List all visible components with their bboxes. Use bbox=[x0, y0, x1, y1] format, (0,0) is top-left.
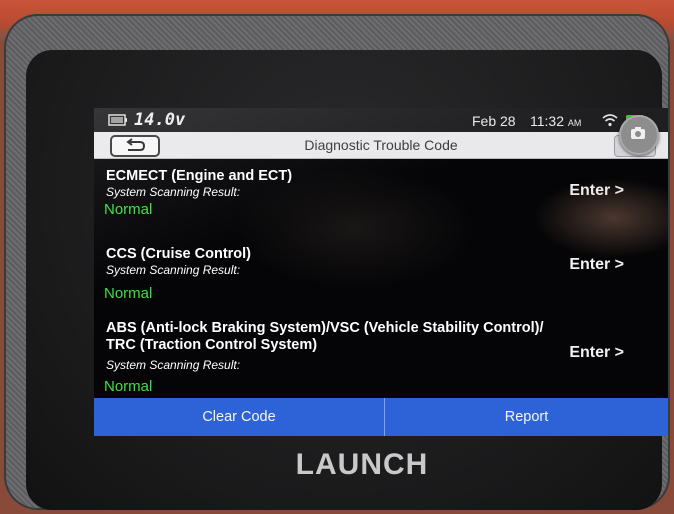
status-date: Feb 28 bbox=[472, 113, 516, 129]
page-title: Diagnostic Trouble Code bbox=[304, 137, 458, 153]
status-time: 11:32 AM bbox=[530, 113, 581, 129]
status-normal: Normal bbox=[104, 285, 153, 302]
enter-button[interactable]: Enter > bbox=[569, 182, 624, 200]
screenshot-button[interactable] bbox=[619, 115, 659, 155]
status-bar: 14.0v Feb 28 11:32 AM bbox=[94, 108, 668, 132]
report-button[interactable]: Report bbox=[385, 398, 668, 436]
clear-code-button[interactable]: Clear Code bbox=[94, 398, 385, 436]
list-item[interactable]: ECMECT (Engine and ECT) System Scanning … bbox=[94, 168, 668, 219]
brand-logo: LAUNCH bbox=[295, 448, 429, 481]
screen: 14.0v Feb 28 11:32 AM Diagnostic Trouble… bbox=[94, 108, 668, 436]
header: Diagnostic Trouble Code bbox=[94, 132, 668, 159]
system-name: ECMECT (Engine and ECT) bbox=[106, 168, 293, 184]
camera-icon bbox=[631, 127, 645, 139]
list-item[interactable]: ABS (Anti-lock Braking System)/VSC (Vehi… bbox=[94, 320, 668, 396]
status-normal: Normal bbox=[104, 201, 153, 218]
status-normal: Normal bbox=[104, 378, 153, 395]
enter-button[interactable]: Enter > bbox=[569, 344, 624, 362]
voltage-readout: 14.0v bbox=[134, 110, 186, 130]
status-time-suffix: AM bbox=[567, 118, 582, 128]
battery-icon bbox=[108, 113, 128, 132]
wifi-icon bbox=[602, 113, 618, 132]
status-time-value: 11:32 bbox=[530, 113, 564, 129]
system-list: ECMECT (Engine and ECT) System Scanning … bbox=[94, 160, 668, 404]
list-item[interactable]: CCS (Cruise Control) System Scanning Res… bbox=[94, 246, 668, 303]
system-name: CCS (Cruise Control) bbox=[106, 246, 251, 262]
system-name: ABS (Anti-lock Braking System)/VSC (Vehi… bbox=[106, 320, 544, 353]
enter-button[interactable]: Enter > bbox=[569, 256, 624, 274]
action-bar: Clear Code Report bbox=[94, 398, 668, 436]
